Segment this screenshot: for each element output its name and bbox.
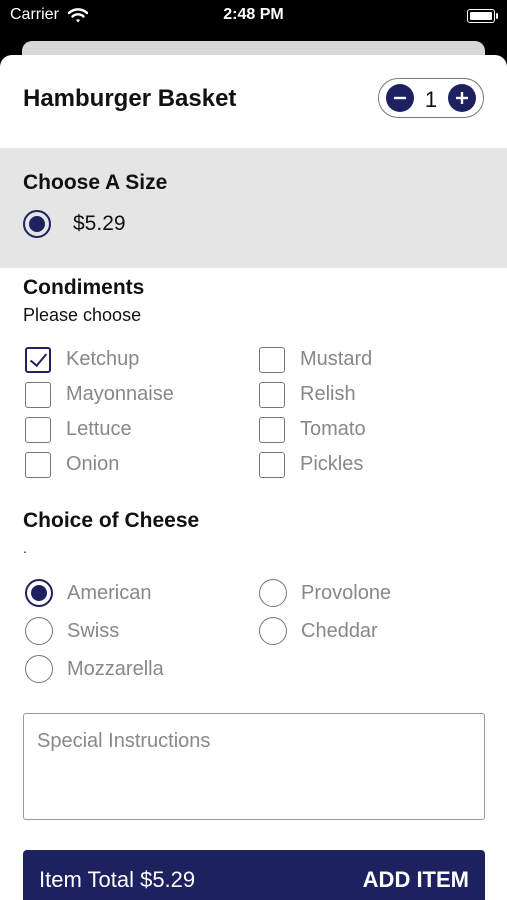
radio-mozzarella[interactable] — [25, 655, 53, 683]
checkbox-relish[interactable] — [259, 382, 285, 408]
option-label-tomato: Tomato — [300, 418, 366, 440]
quantity-stepper: 1 — [378, 78, 484, 118]
cheese-note: . — [23, 540, 27, 556]
option-label-mayonnaise: Mayonnaise — [66, 383, 174, 405]
special-instructions-input[interactable] — [23, 713, 485, 820]
option-label-mustard: Mustard — [300, 348, 373, 370]
condiments-subtitle: Please choose — [23, 305, 142, 325]
quantity-value: 1 — [424, 87, 438, 112]
item-total-label: Item Total $5.29 — [39, 867, 196, 892]
size-section-title: Choose A Size — [23, 171, 168, 194]
checkbox-mustard[interactable] — [259, 347, 285, 373]
increase-quantity-button[interactable] — [448, 84, 476, 112]
size-price: $5.29 — [73, 212, 126, 235]
plus-icon — [456, 92, 468, 104]
checkbox-tomato[interactable] — [259, 417, 285, 443]
option-label-ketchup: Ketchup — [66, 348, 140, 370]
item-sheet: Hamburger Basket 1 Choose A Size $5.29 C… — [0, 55, 507, 900]
add-item-label: ADD ITEM — [362, 867, 469, 892]
option-label-swiss: Swiss — [67, 620, 120, 642]
condiments-title: Condiments — [23, 276, 145, 299]
status-bar: Carrier 2:48 PM — [0, 0, 507, 36]
option-label-provolone: Provolone — [301, 582, 392, 604]
radio-swiss[interactable] — [25, 617, 53, 645]
item-title: Hamburger Basket — [23, 85, 237, 112]
option-label-pickles: Pickles — [300, 453, 364, 475]
radio-cheddar[interactable] — [259, 617, 287, 645]
minus-icon — [394, 96, 406, 100]
option-label-cheddar: Cheddar — [301, 620, 378, 642]
radio-provolone[interactable] — [259, 579, 287, 607]
status-time: 2:48 PM — [223, 6, 284, 23]
checkbox-onion[interactable] — [25, 452, 51, 478]
option-label-lettuce: Lettuce — [66, 418, 132, 440]
option-label-onion: Onion — [66, 453, 120, 475]
size-section: Choose A Size $5.29 — [0, 148, 507, 268]
option-label-mozzarella: Mozzarella — [67, 658, 164, 680]
size-radio[interactable] — [23, 210, 51, 238]
add-item-button[interactable]: Item Total $5.29 ADD ITEM — [23, 850, 485, 900]
checkbox-ketchup[interactable] — [25, 347, 51, 373]
checkbox-lettuce[interactable] — [25, 417, 51, 443]
cheese-title: Choice of Cheese — [23, 509, 200, 532]
radio-american[interactable] — [25, 579, 53, 607]
checkbox-mayonnaise[interactable] — [25, 382, 51, 408]
decrease-quantity-button[interactable] — [386, 84, 414, 112]
battery-icon — [467, 9, 498, 23]
option-label-relish: Relish — [300, 383, 356, 405]
option-label-american: American — [67, 582, 152, 604]
checkbox-pickles[interactable] — [259, 452, 285, 478]
